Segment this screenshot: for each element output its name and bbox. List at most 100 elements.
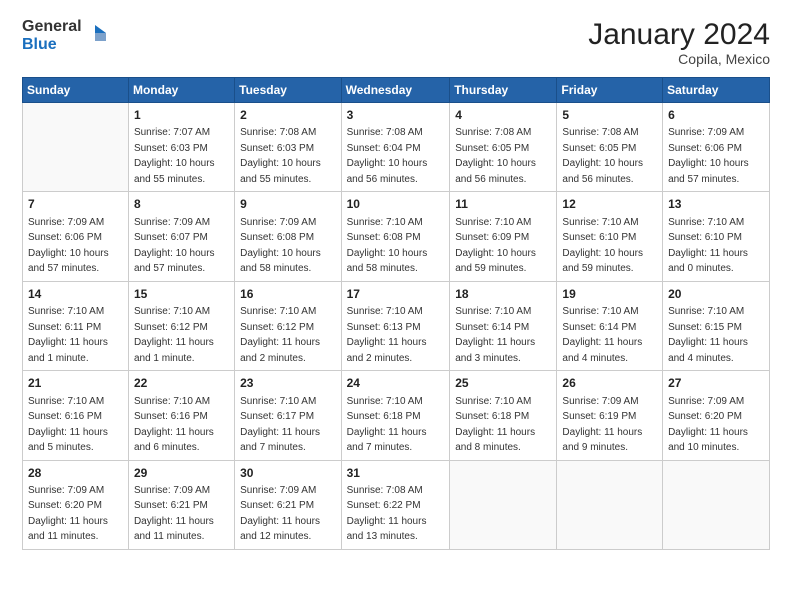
day-info: Sunrise: 7:10 AM Sunset: 6:09 PM Dayligh… <box>455 217 536 275</box>
calendar-cell: 6 Sunrise: 7:09 AM Sunset: 6:06 PM Dayli… <box>663 103 770 192</box>
calendar-cell: 15 Sunrise: 7:10 AM Sunset: 6:12 PM Dayl… <box>128 281 234 370</box>
day-number: 25 <box>455 375 551 392</box>
day-info: Sunrise: 7:09 AM Sunset: 6:20 PM Dayligh… <box>668 396 748 454</box>
header: General Blue January 2024 Copila, Mexico <box>22 18 770 67</box>
day-info: Sunrise: 7:10 AM Sunset: 6:16 PM Dayligh… <box>134 396 214 454</box>
calendar-cell <box>450 460 557 549</box>
calendar-cell: 1 Sunrise: 7:07 AM Sunset: 6:03 PM Dayli… <box>128 103 234 192</box>
day-info: Sunrise: 7:10 AM Sunset: 6:10 PM Dayligh… <box>668 217 748 275</box>
day-number: 30 <box>240 465 335 482</box>
week-row-5: 28 Sunrise: 7:09 AM Sunset: 6:20 PM Dayl… <box>23 460 770 549</box>
calendar-cell: 13 Sunrise: 7:10 AM Sunset: 6:10 PM Dayl… <box>663 192 770 281</box>
day-number: 26 <box>562 375 657 392</box>
title-block: January 2024 Copila, Mexico <box>588 18 770 67</box>
day-info: Sunrise: 7:09 AM Sunset: 6:19 PM Dayligh… <box>562 396 642 454</box>
col-header-thursday: Thursday <box>450 78 557 103</box>
calendar-cell: 18 Sunrise: 7:10 AM Sunset: 6:14 PM Dayl… <box>450 281 557 370</box>
calendar-cell: 12 Sunrise: 7:10 AM Sunset: 6:10 PM Dayl… <box>557 192 663 281</box>
calendar-cell <box>663 460 770 549</box>
day-info: Sunrise: 7:10 AM Sunset: 6:15 PM Dayligh… <box>668 306 748 364</box>
calendar-cell: 4 Sunrise: 7:08 AM Sunset: 6:05 PM Dayli… <box>450 103 557 192</box>
calendar-cell: 8 Sunrise: 7:09 AM Sunset: 6:07 PM Dayli… <box>128 192 234 281</box>
day-number: 16 <box>240 286 335 303</box>
day-info: Sunrise: 7:10 AM Sunset: 6:16 PM Dayligh… <box>28 396 108 454</box>
day-number: 6 <box>668 107 764 124</box>
week-row-3: 14 Sunrise: 7:10 AM Sunset: 6:11 PM Dayl… <box>23 281 770 370</box>
day-number: 21 <box>28 375 123 392</box>
day-info: Sunrise: 7:08 AM Sunset: 6:22 PM Dayligh… <box>347 485 427 543</box>
calendar-cell: 31 Sunrise: 7:08 AM Sunset: 6:22 PM Dayl… <box>341 460 450 549</box>
day-number: 15 <box>134 286 229 303</box>
day-number: 29 <box>134 465 229 482</box>
day-info: Sunrise: 7:08 AM Sunset: 6:04 PM Dayligh… <box>347 127 428 185</box>
calendar-cell: 25 Sunrise: 7:10 AM Sunset: 6:18 PM Dayl… <box>450 371 557 460</box>
calendar-cell: 5 Sunrise: 7:08 AM Sunset: 6:05 PM Dayli… <box>557 103 663 192</box>
calendar-cell: 22 Sunrise: 7:10 AM Sunset: 6:16 PM Dayl… <box>128 371 234 460</box>
day-info: Sunrise: 7:10 AM Sunset: 6:08 PM Dayligh… <box>347 217 428 275</box>
calendar-cell: 3 Sunrise: 7:08 AM Sunset: 6:04 PM Dayli… <box>341 103 450 192</box>
day-number: 23 <box>240 375 335 392</box>
calendar-cell: 21 Sunrise: 7:10 AM Sunset: 6:16 PM Dayl… <box>23 371 129 460</box>
day-info: Sunrise: 7:10 AM Sunset: 6:13 PM Dayligh… <box>347 306 427 364</box>
col-header-tuesday: Tuesday <box>235 78 341 103</box>
day-info: Sunrise: 7:10 AM Sunset: 6:12 PM Dayligh… <box>240 306 320 364</box>
logo: General Blue <box>22 18 106 53</box>
week-row-1: 1 Sunrise: 7:07 AM Sunset: 6:03 PM Dayli… <box>23 103 770 192</box>
day-info: Sunrise: 7:10 AM Sunset: 6:12 PM Dayligh… <box>134 306 214 364</box>
logo-sail-icon <box>84 23 106 45</box>
day-info: Sunrise: 7:08 AM Sunset: 6:03 PM Dayligh… <box>240 127 321 185</box>
day-number: 12 <box>562 196 657 213</box>
day-info: Sunrise: 7:10 AM Sunset: 6:14 PM Dayligh… <box>455 306 535 364</box>
day-info: Sunrise: 7:10 AM Sunset: 6:14 PM Dayligh… <box>562 306 642 364</box>
col-header-monday: Monday <box>128 78 234 103</box>
calendar-cell <box>23 103 129 192</box>
day-number: 4 <box>455 107 551 124</box>
day-info: Sunrise: 7:09 AM Sunset: 6:07 PM Dayligh… <box>134 217 215 275</box>
day-number: 28 <box>28 465 123 482</box>
day-info: Sunrise: 7:07 AM Sunset: 6:03 PM Dayligh… <box>134 127 215 185</box>
calendar-table: SundayMondayTuesdayWednesdayThursdayFrid… <box>22 77 770 550</box>
week-row-2: 7 Sunrise: 7:09 AM Sunset: 6:06 PM Dayli… <box>23 192 770 281</box>
day-number: 19 <box>562 286 657 303</box>
day-number: 3 <box>347 107 445 124</box>
calendar-cell: 7 Sunrise: 7:09 AM Sunset: 6:06 PM Dayli… <box>23 192 129 281</box>
logo-blue: Blue <box>22 36 82 54</box>
day-info: Sunrise: 7:09 AM Sunset: 6:06 PM Dayligh… <box>28 217 109 275</box>
logo-general: General <box>22 18 82 36</box>
calendar-cell: 2 Sunrise: 7:08 AM Sunset: 6:03 PM Dayli… <box>235 103 341 192</box>
day-number: 11 <box>455 196 551 213</box>
logo-wordmark: General Blue <box>22 18 82 53</box>
day-number: 9 <box>240 196 335 213</box>
main-title: January 2024 <box>588 18 770 51</box>
col-header-friday: Friday <box>557 78 663 103</box>
calendar-cell: 24 Sunrise: 7:10 AM Sunset: 6:18 PM Dayl… <box>341 371 450 460</box>
day-info: Sunrise: 7:10 AM Sunset: 6:18 PM Dayligh… <box>347 396 427 454</box>
day-number: 24 <box>347 375 445 392</box>
calendar-cell: 26 Sunrise: 7:09 AM Sunset: 6:19 PM Dayl… <box>557 371 663 460</box>
day-info: Sunrise: 7:10 AM Sunset: 6:10 PM Dayligh… <box>562 217 643 275</box>
day-number: 7 <box>28 196 123 213</box>
calendar-cell: 30 Sunrise: 7:09 AM Sunset: 6:21 PM Dayl… <box>235 460 341 549</box>
day-number: 2 <box>240 107 335 124</box>
day-number: 20 <box>668 286 764 303</box>
col-header-saturday: Saturday <box>663 78 770 103</box>
day-info: Sunrise: 7:10 AM Sunset: 6:17 PM Dayligh… <box>240 396 320 454</box>
calendar-cell: 23 Sunrise: 7:10 AM Sunset: 6:17 PM Dayl… <box>235 371 341 460</box>
calendar-cell: 9 Sunrise: 7:09 AM Sunset: 6:08 PM Dayli… <box>235 192 341 281</box>
day-info: Sunrise: 7:09 AM Sunset: 6:20 PM Dayligh… <box>28 485 108 543</box>
calendar-cell: 16 Sunrise: 7:10 AM Sunset: 6:12 PM Dayl… <box>235 281 341 370</box>
week-row-4: 21 Sunrise: 7:10 AM Sunset: 6:16 PM Dayl… <box>23 371 770 460</box>
subtitle: Copila, Mexico <box>588 51 770 67</box>
calendar-cell: 14 Sunrise: 7:10 AM Sunset: 6:11 PM Dayl… <box>23 281 129 370</box>
calendar-cell: 11 Sunrise: 7:10 AM Sunset: 6:09 PM Dayl… <box>450 192 557 281</box>
day-number: 22 <box>134 375 229 392</box>
day-number: 1 <box>134 107 229 124</box>
day-info: Sunrise: 7:10 AM Sunset: 6:11 PM Dayligh… <box>28 306 108 364</box>
calendar-cell: 19 Sunrise: 7:10 AM Sunset: 6:14 PM Dayl… <box>557 281 663 370</box>
day-info: Sunrise: 7:08 AM Sunset: 6:05 PM Dayligh… <box>455 127 536 185</box>
calendar-cell: 20 Sunrise: 7:10 AM Sunset: 6:15 PM Dayl… <box>663 281 770 370</box>
calendar-cell: 29 Sunrise: 7:09 AM Sunset: 6:21 PM Dayl… <box>128 460 234 549</box>
calendar-cell: 27 Sunrise: 7:09 AM Sunset: 6:20 PM Dayl… <box>663 371 770 460</box>
day-info: Sunrise: 7:09 AM Sunset: 6:21 PM Dayligh… <box>134 485 214 543</box>
day-number: 13 <box>668 196 764 213</box>
